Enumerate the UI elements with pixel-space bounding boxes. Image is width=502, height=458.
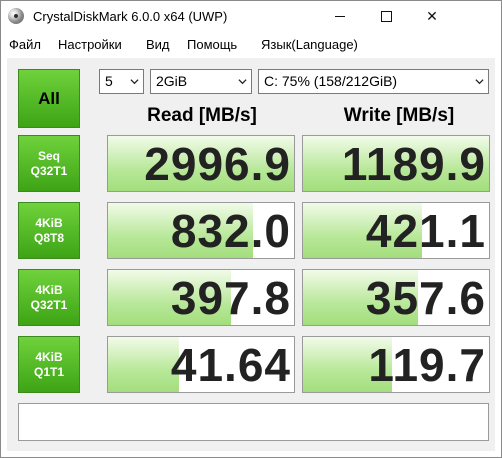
drive-select[interactable]: C: 75% (158/212GiB)	[258, 69, 489, 94]
write-value: 119.7	[368, 339, 486, 391]
test-label-line1: Seq	[37, 148, 60, 163]
4kib-q1t1-write-cell: 119.7	[302, 336, 490, 393]
4kib-q1t1-button[interactable]: 4KiB Q1T1	[18, 336, 80, 393]
read-value: 832.0	[170, 205, 291, 257]
4kib-q8t8-write-cell: 421.1	[302, 202, 490, 259]
menu-bar: Файл Настройки Вид Помощь Язык(Language)	[1, 32, 501, 58]
read-fill-bar	[108, 337, 179, 392]
disk-app-icon	[8, 8, 24, 24]
read-column-header: Read [MB/s]	[147, 105, 257, 126]
4kib-q32t1-write-cell: 357.6	[302, 269, 490, 326]
run-all-button[interactable]: All	[18, 69, 80, 128]
test-label-line2: Q32T1	[30, 297, 68, 312]
write-value: 1189.9	[341, 138, 486, 190]
chevron-down-icon	[130, 79, 139, 85]
chevron-down-icon	[238, 79, 247, 85]
read-value: 2996.9	[144, 138, 291, 190]
drive-value: C: 75% (158/212GiB)	[264, 73, 398, 89]
read-value: 41.64	[170, 339, 291, 391]
test-label-line2: Q8T8	[33, 230, 64, 245]
close-button[interactable]: ✕	[409, 1, 455, 32]
read-value: 397.8	[170, 272, 291, 324]
4kib-q8t8-read-cell: 832.0	[107, 202, 295, 259]
close-icon: ✕	[426, 8, 438, 24]
seq-q32t1-read-cell: 2996.9	[107, 135, 295, 192]
write-value: 357.6	[365, 272, 486, 324]
menu-help[interactable]: Помощь	[187, 37, 237, 52]
menu-file[interactable]: Файл	[9, 37, 41, 52]
menu-view[interactable]: Вид	[146, 37, 170, 52]
seq-q32t1-button[interactable]: Seq Q32T1	[18, 135, 80, 192]
maximize-icon	[380, 11, 392, 22]
menu-language[interactable]: Язык(Language)	[261, 37, 358, 52]
test-size-select[interactable]: 2GiB	[150, 69, 252, 94]
minimize-button[interactable]	[317, 1, 363, 32]
write-column-header: Write [MB/s]	[343, 105, 455, 126]
maximize-button[interactable]	[363, 1, 409, 32]
test-count-select[interactable]: 5	[99, 69, 144, 94]
test-size-value: 2GiB	[156, 73, 188, 89]
comment-field[interactable]	[18, 403, 489, 441]
4kib-q8t8-button[interactable]: 4KiB Q8T8	[18, 202, 80, 259]
minimize-icon	[335, 16, 345, 17]
4kib-q32t1-read-cell: 397.8	[107, 269, 295, 326]
test-label-line1: 4KiB	[35, 349, 63, 364]
title-bar[interactable]: CrystalDiskMark 6.0.0 x64 (UWP) ✕	[1, 1, 501, 32]
test-label-line1: 4KiB	[35, 282, 63, 297]
test-label-line2: Q32T1	[30, 163, 68, 178]
chevron-down-icon	[475, 79, 484, 85]
menu-settings[interactable]: Настройки	[58, 37, 122, 52]
test-label-line2: Q1T1	[33, 364, 64, 379]
seq-q32t1-write-cell: 1189.9	[302, 135, 490, 192]
4kib-q32t1-button[interactable]: 4KiB Q32T1	[18, 269, 80, 326]
4kib-q1t1-read-cell: 41.64	[107, 336, 295, 393]
test-label-line1: 4KiB	[35, 215, 63, 230]
window-title: CrystalDiskMark 6.0.0 x64 (UWP)	[33, 9, 228, 24]
test-count-value: 5	[105, 73, 113, 89]
benchmark-panel: All 5 2GiB C: 75% (158/212GiB) Read [MB/…	[7, 58, 495, 451]
write-value: 421.1	[365, 205, 486, 257]
crystaldiskmark-window: CrystalDiskMark 6.0.0 x64 (UWP) ✕ Файл Н…	[0, 0, 502, 458]
